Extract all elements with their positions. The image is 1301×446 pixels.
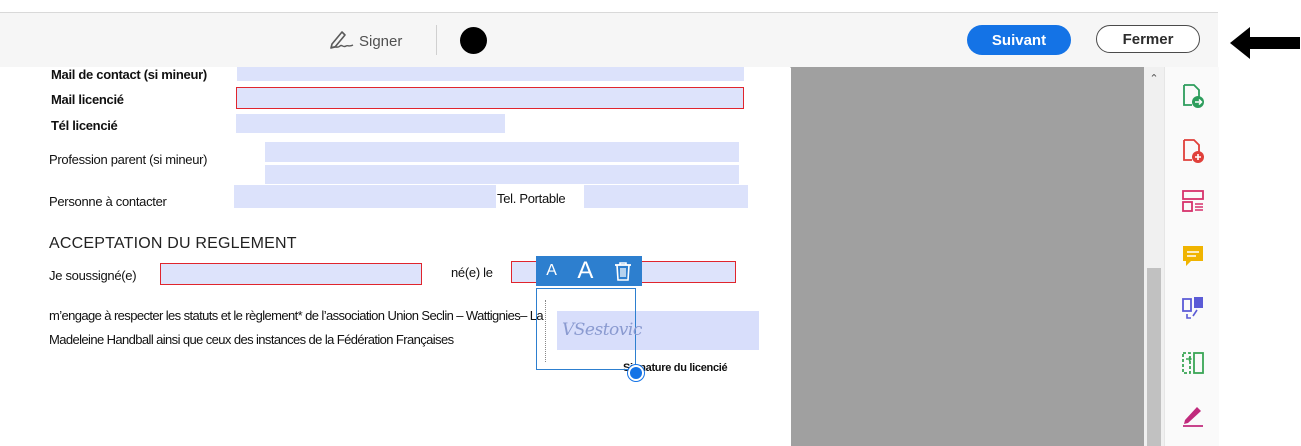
arrow-left-icon xyxy=(1230,27,1300,59)
personne-label: Personne à contacter xyxy=(49,194,167,209)
trash-icon[interactable] xyxy=(614,261,632,281)
tel-portable-label: Tel. Portable xyxy=(497,191,566,206)
soussigne-field[interactable] xyxy=(160,263,422,285)
engagement-paragraph-line2: Madeleine Handball ainsi que ceux des in… xyxy=(49,332,454,347)
mail-contact-field[interactable] xyxy=(237,67,744,81)
combine-files-icon[interactable] xyxy=(1180,295,1206,321)
mail-contact-label: Mail de contact (si mineur) xyxy=(51,67,207,82)
engagement-paragraph-line1: m’engage à respecter les statuts et le r… xyxy=(49,308,544,323)
profession-label: Profession parent (si mineur) xyxy=(49,152,208,167)
mail-licencie-field[interactable] xyxy=(236,87,744,109)
document-canvas-background xyxy=(791,67,1144,446)
resize-handle[interactable] xyxy=(628,365,644,381)
toolbar-divider xyxy=(436,25,437,55)
export-pdf-icon[interactable] xyxy=(1180,83,1206,109)
mail-licencie-label: Mail licencié xyxy=(51,92,124,107)
ink-color-picker[interactable] xyxy=(460,27,487,54)
pdf-document-page: Mail de contact (si mineur) Mail licenci… xyxy=(0,67,790,446)
ne-le-label: né(e) le xyxy=(451,265,493,280)
signature-text[interactable]: VSestovic xyxy=(562,320,642,340)
next-button[interactable]: Suivant xyxy=(967,25,1071,55)
tel-portable-field[interactable] xyxy=(584,185,748,208)
signature-toolbar: A A xyxy=(536,256,642,286)
tel-licencie-label: Tél licencié xyxy=(51,118,118,133)
organize-pages-icon[interactable] xyxy=(1180,188,1206,214)
signature-pen-icon xyxy=(329,28,355,54)
soussigne-label: Je soussigné(e) xyxy=(49,268,137,283)
profession-field-1[interactable] xyxy=(265,142,739,162)
create-pdf-icon[interactable] xyxy=(1180,138,1206,164)
sign-label: Signer xyxy=(359,32,403,50)
scrollbar-thumb[interactable] xyxy=(1147,268,1161,446)
tel-licencie-field[interactable] xyxy=(236,114,505,133)
comment-icon[interactable] xyxy=(1180,243,1206,269)
close-button[interactable]: Fermer xyxy=(1096,25,1200,53)
fill-sign-icon[interactable] xyxy=(1180,402,1206,428)
increase-size-button[interactable]: A xyxy=(577,257,593,285)
personne-field[interactable] xyxy=(234,185,496,208)
section-heading: ACCEPTATION DU REGLEMENT xyxy=(49,235,297,252)
compress-icon[interactable] xyxy=(1180,350,1206,376)
scroll-up-icon[interactable]: ⌃ xyxy=(1148,72,1160,85)
top-toolbar: Signer Suivant Fermer xyxy=(0,12,1218,68)
sign-button[interactable]: Signer xyxy=(329,29,402,53)
signature-guide-line xyxy=(545,300,546,362)
profession-field-2[interactable] xyxy=(265,165,739,184)
decrease-size-button[interactable]: A xyxy=(546,262,557,280)
